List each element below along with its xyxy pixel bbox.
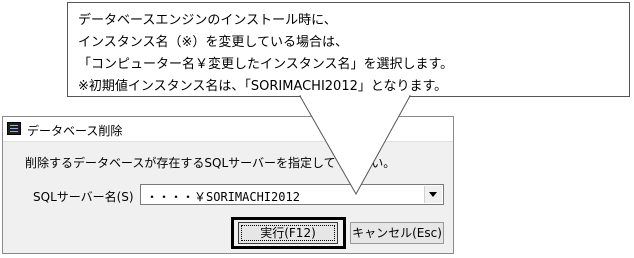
callout-pointer bbox=[299, 95, 411, 196]
